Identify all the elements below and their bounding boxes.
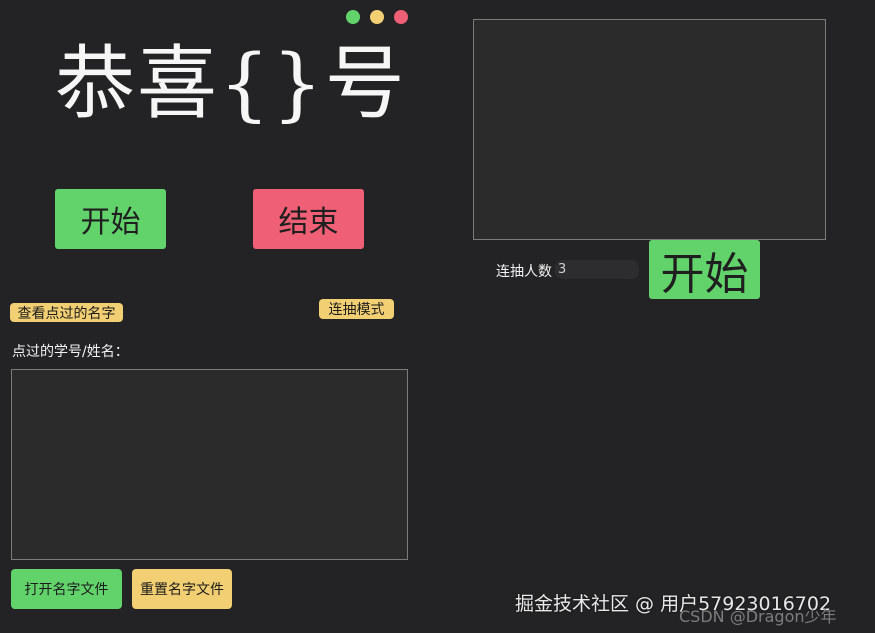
reset-name-file-button[interactable]: 重置名字文件 [132,569,232,609]
multi-count-value: 3 [558,262,567,277]
history-label: 点过的学号/姓名： [12,344,129,360]
start-button[interactable]: 开始 [55,189,166,249]
maximize-dot-icon[interactable] [346,10,360,24]
stop-button[interactable]: 结束 [253,189,364,249]
multi-mode-button[interactable]: 连抽模式 [319,299,394,319]
open-name-file-button[interactable]: 打开名字文件 [11,569,122,609]
close-dot-icon[interactable] [394,10,408,24]
multi-count-label: 连抽人数 [496,264,552,280]
result-title: 恭喜{}号 [55,37,407,130]
multi-start-button[interactable]: 开始 [649,240,760,300]
view-names-button[interactable]: 查看点过的名字 [10,303,123,322]
multi-count-input[interactable]: 3 [555,260,639,279]
history-textarea[interactable] [11,369,408,560]
watermark-csdn: CSDN @Dragon少年 [679,607,837,626]
minimize-dot-icon[interactable] [370,10,384,24]
multi-result-panel [473,19,826,240]
